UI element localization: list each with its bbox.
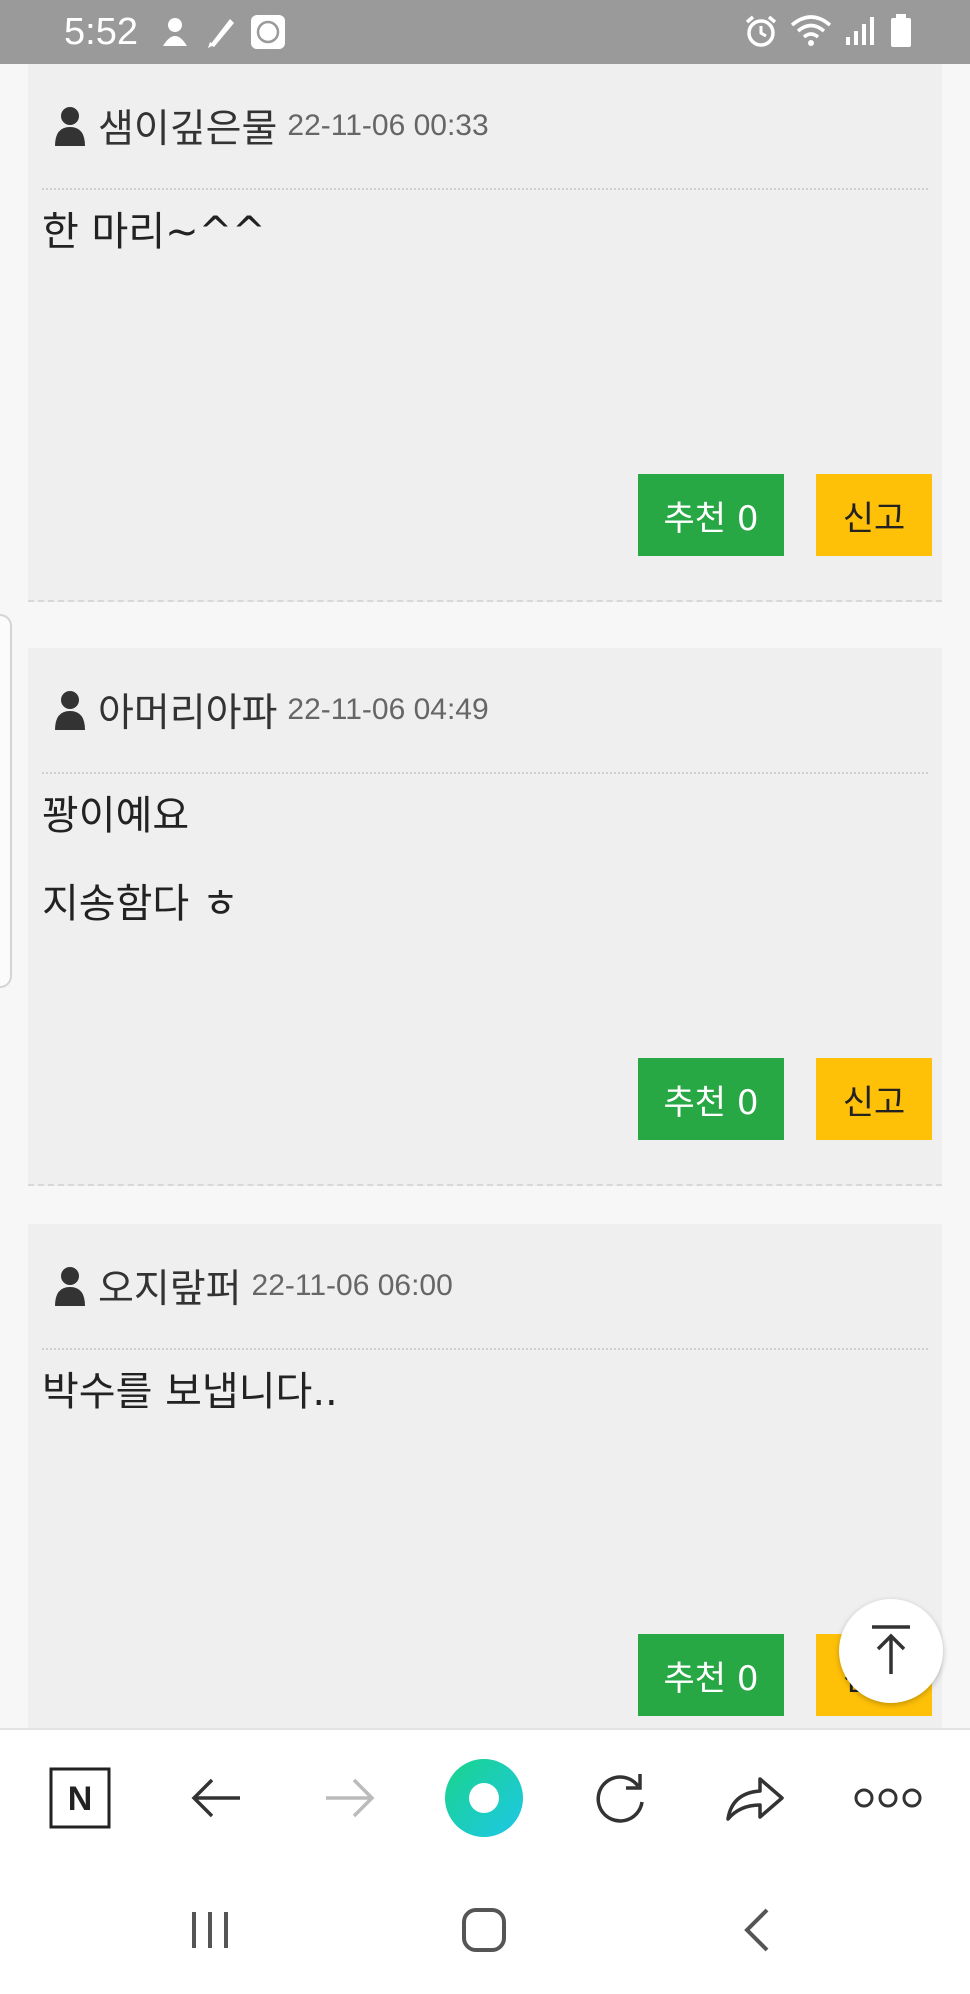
recent-apps-button[interactable] bbox=[170, 1890, 250, 1970]
status-time: 5:52 bbox=[64, 11, 138, 53]
comment-body: 박수를 보냅니다.. bbox=[42, 1368, 338, 1456]
comment-body: 꽝이예요 지송함다 ㅎ bbox=[42, 792, 239, 968]
home-button[interactable] bbox=[444, 1890, 524, 1970]
battery-icon bbox=[891, 14, 911, 47]
status-right-icons bbox=[744, 14, 912, 48]
forward-button[interactable] bbox=[304, 1752, 396, 1844]
report-button[interactable]: 신고 bbox=[816, 474, 932, 556]
side-panel-handle[interactable] bbox=[0, 614, 12, 988]
naver-logo-icon: N bbox=[49, 1767, 111, 1829]
comment-item: 아머리아파 22-11-06 04:49 꽝이예요 지송함다 ㅎ 추천 0 신고 bbox=[28, 648, 942, 1186]
scroll-to-top-button[interactable] bbox=[839, 1599, 943, 1703]
browser-toolbar: N bbox=[0, 1728, 970, 1866]
signal-icon bbox=[846, 17, 874, 45]
arrow-left-icon bbox=[191, 1778, 240, 1818]
wifi-icon bbox=[790, 15, 832, 46]
more-dots-icon bbox=[854, 1788, 922, 1808]
share-button[interactable] bbox=[708, 1752, 800, 1844]
back-button[interactable] bbox=[170, 1752, 262, 1844]
comment-header: 샘이깊은물 22-11-06 00:33 bbox=[42, 64, 928, 190]
svg-text:N: N bbox=[68, 1780, 93, 1818]
recommend-button[interactable]: 추천 0 bbox=[638, 474, 784, 556]
comment-author[interactable]: 샘이깊은물 bbox=[98, 98, 277, 154]
comment-text: 지송함다 ㅎ bbox=[42, 881, 239, 927]
comment-author[interactable]: 오지랖퍼 bbox=[98, 1258, 242, 1314]
comment-header: 아머리아파 22-11-06 04:49 bbox=[42, 648, 928, 774]
comment-text: 한 마리~^^ bbox=[42, 209, 266, 255]
user-icon bbox=[55, 1267, 85, 1306]
user-icon bbox=[55, 107, 85, 146]
green-dot-button[interactable] bbox=[438, 1752, 530, 1844]
green-dot-icon bbox=[445, 1759, 523, 1837]
status-bar: 5:52 bbox=[0, 0, 970, 64]
recent-apps-icon bbox=[192, 1912, 228, 1948]
person-notification-icon bbox=[163, 18, 187, 46]
status-left-icons bbox=[160, 14, 286, 50]
comment-item: 샘이깊은물 22-11-06 00:33 한 마리~^^ 추천 0 신고 bbox=[28, 64, 942, 602]
refresh-icon bbox=[596, 1774, 644, 1823]
system-back-button[interactable] bbox=[716, 1890, 796, 1970]
comment-text: 박수를 보냅니다.. bbox=[42, 1369, 338, 1415]
comment-date: 22-11-06 04:49 bbox=[287, 693, 489, 726]
comment-body: 한 마리~^^ bbox=[42, 208, 266, 296]
share-arrow-icon bbox=[726, 1777, 784, 1821]
comment-list[interactable]: 샘이깊은물 22-11-06 00:33 한 마리~^^ 추천 0 신고 아머리… bbox=[0, 64, 970, 1728]
recommend-button[interactable]: 추천 0 bbox=[638, 1634, 784, 1716]
recommend-button[interactable]: 추천 0 bbox=[638, 1058, 784, 1140]
more-button[interactable] bbox=[842, 1752, 934, 1844]
comment-author[interactable]: 아머리아파 bbox=[98, 682, 277, 738]
alarm-icon bbox=[745, 15, 777, 47]
comment-date: 22-11-06 06:00 bbox=[251, 1269, 453, 1302]
comment-item: 오지랖퍼 22-11-06 06:00 박수를 보냅니다.. 추천 0 신고 bbox=[28, 1224, 942, 1728]
naver-home-button[interactable]: N bbox=[34, 1752, 126, 1844]
home-square-icon bbox=[462, 1908, 506, 1952]
arrow-up-icon bbox=[872, 1625, 910, 1674]
comment-header: 오지랖퍼 22-11-06 06:00 bbox=[42, 1224, 928, 1350]
system-nav-bar bbox=[0, 1864, 970, 1994]
arrow-right-icon bbox=[326, 1778, 375, 1818]
pen-notification-icon bbox=[208, 19, 234, 48]
comment-text: 꽝이예요 bbox=[42, 793, 190, 839]
user-icon bbox=[55, 691, 85, 730]
comment-date: 22-11-06 00:33 bbox=[287, 109, 489, 142]
report-button[interactable]: 신고 bbox=[816, 1058, 932, 1140]
chevron-left-icon bbox=[744, 1908, 769, 1952]
app-notification-icon bbox=[251, 15, 285, 49]
refresh-button[interactable] bbox=[574, 1752, 666, 1844]
